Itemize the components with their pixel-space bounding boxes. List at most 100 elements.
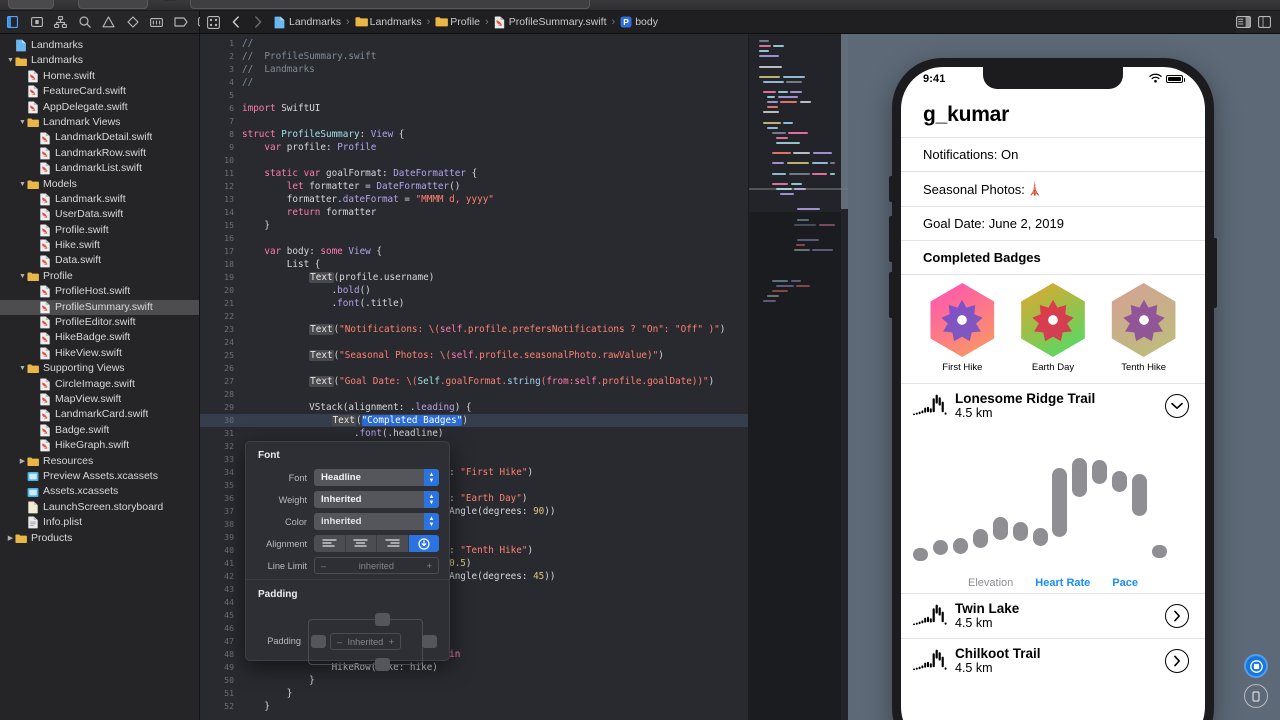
titlestrip-status-bar[interactable] (190, 0, 590, 9)
navigator-item-supporting-views[interactable]: ▼ Supporting Views (0, 361, 199, 376)
padding-handle-bottom[interactable] (375, 658, 390, 671)
code-line[interactable]: // ProfileSummary.swift (242, 50, 376, 63)
code-line[interactable]: } (242, 700, 270, 713)
code-line[interactable]: .bold() (242, 284, 371, 297)
code-line[interactable]: // Landmarks (242, 63, 315, 76)
attributes-inspector-popover[interactable]: Font Font Headline ▲ ▼ Weight Inherited ▲… (245, 441, 450, 661)
navigator-item-landmarks[interactable]: · Landmarks (0, 38, 199, 53)
hike-row[interactable]: Chilkoot Trail 4.5 km (901, 638, 1205, 683)
align-left-icon[interactable] (314, 535, 346, 552)
profile-list[interactable]: g_kumar Notifications: On Seasonal Photo… (901, 91, 1205, 720)
navigator-item-landmarklist-swift[interactable]: · LandmarkList.swift (0, 161, 199, 176)
align-center-icon[interactable] (346, 535, 378, 552)
navigator-item-home-swift[interactable]: · Home.swift (0, 69, 199, 84)
align-baseline-icon[interactable] (409, 535, 440, 552)
breadcrumb-item-file[interactable]: ProfileSummary.swift (492, 15, 609, 30)
project-navigator-icon[interactable] (5, 15, 20, 30)
navigator-item-preview-assets-xcassets[interactable]: · Preview Assets.xcassets (0, 469, 199, 484)
breakpoint-navigator-icon[interactable] (173, 15, 188, 30)
disclosure-triangle[interactable]: ▼ (18, 115, 27, 130)
graph-legend-pace[interactable]: Pace (1112, 577, 1138, 589)
code-line[interactable]: .font(.headline) (242, 427, 444, 440)
code-line[interactable]: struct ProfileSummary: View { (242, 128, 404, 141)
line-limit-value[interactable]: inherited (326, 561, 427, 571)
chevron-right-icon[interactable] (1165, 604, 1189, 628)
chevron-down-icon[interactable] (1165, 394, 1189, 418)
line-limit-stepper[interactable]: – inherited + (314, 557, 439, 574)
inspect-preview-button[interactable] (1244, 684, 1268, 708)
live-preview-button[interactable] (1244, 654, 1268, 678)
graph-legend-heart-rate[interactable]: Heart Rate (1035, 577, 1090, 589)
code-minimap[interactable] (748, 34, 848, 720)
forward-chevron-icon[interactable] (250, 15, 265, 30)
navigator-item-profilehost-swift[interactable]: ·ProfileHost.swift (0, 284, 199, 299)
issue-navigator-icon[interactable] (101, 15, 116, 30)
navigator-item-featurecard-swift[interactable]: ·FeatureCard.swift (0, 84, 199, 99)
inspector-toggle-icon[interactable] (1236, 15, 1251, 30)
symbol-navigator-icon[interactable] (53, 15, 68, 30)
navigator-item-profileeditor-swift[interactable]: · ProfileEditor.swift (0, 315, 199, 330)
hike-row[interactable]: Twin Lake 4.5 km (901, 593, 1205, 638)
source-control-icon[interactable] (29, 15, 44, 30)
code-line[interactable]: // (242, 76, 253, 89)
navigator-item-models[interactable]: ▼ Models (0, 177, 199, 192)
navigator-item-appdelegate-swift[interactable]: · AppDelegate.swift (0, 100, 199, 115)
color-select-stepper-icon[interactable]: ▲ ▼ (424, 513, 439, 530)
code-line[interactable]: Text("Notifications: \(self.profile.pref… (242, 323, 725, 336)
code-line[interactable]: Text("Goal Date: \(Self.goalFormat.strin… (242, 375, 714, 388)
hike-row-expanded[interactable]: Lonesome Ridge Trail 4.5 km (901, 383, 1205, 428)
navigator-item-landmark-swift[interactable]: ·Landmark.swift (0, 192, 199, 207)
code-line[interactable]: static var goalFormat: DateFormatter { (242, 167, 477, 180)
project-navigator[interactable]: · Landmarks ▼ Landmarks · Home.swift · FeatureC… (0, 34, 200, 720)
code-line[interactable]: let formatter = DateFormatter() (242, 180, 460, 193)
library-toggle-icon[interactable] (1257, 15, 1272, 30)
navigator-item-landmarks[interactable]: ▼ Landmarks (0, 53, 199, 68)
breadcrumb-item-folder-profile[interactable]: Profile (433, 15, 482, 30)
code-line[interactable]: var profile: Profile (242, 141, 376, 154)
graph-legend[interactable]: Elevation Heart Rate Pace (901, 577, 1205, 589)
navigator-item-profilesummary-swift[interactable]: · ProfileSummary.swift (0, 300, 199, 315)
navigator-item-landmarkdetail-swift[interactable]: · LandmarkDetail.swift (0, 130, 199, 145)
padding-value-stepper[interactable]: – Inherited + (330, 633, 401, 650)
disclosure-triangle[interactable]: ▼ (6, 53, 15, 68)
code-line[interactable]: } (242, 219, 270, 232)
padding-value[interactable]: Inherited (347, 637, 383, 647)
breadcrumb-item-project[interactable]: Landmarks (272, 15, 343, 30)
minimap-scrollbar[interactable] (841, 34, 848, 209)
debug-navigator-icon[interactable] (149, 15, 164, 30)
code-line[interactable]: return formatter (242, 206, 376, 219)
code-line[interactable]: } (242, 674, 315, 687)
navigator-item-data-swift[interactable]: · Data.swift (0, 253, 199, 268)
grid-layout-icon[interactable] (206, 15, 221, 30)
disclosure-triangle[interactable]: ▶ (18, 454, 27, 469)
code-line[interactable]: Text(profile.username) (242, 271, 434, 284)
padding-handle-top[interactable] (375, 613, 390, 626)
navigator-item-hike-swift[interactable]: ·Hike.swift (0, 238, 199, 253)
navigator-item-landmarkrow-swift[interactable]: · LandmarkRow.swift (0, 146, 199, 161)
color-select[interactable]: inherited ▲ ▼ (314, 513, 439, 530)
disclosure-triangle[interactable]: ▼ (18, 361, 27, 376)
navigator-item-info-plist[interactable]: · Info.plist (0, 515, 199, 530)
graph-legend-elevation[interactable]: Elevation (968, 577, 1013, 589)
code-line[interactable]: VStack(alignment: .leading) { (242, 401, 472, 414)
navigator-item-userdata-swift[interactable]: ·UserData.swift (0, 207, 199, 222)
preview-canvas[interactable]: 9:41 g_kumar Notifications: On Seasonal … (848, 34, 1280, 720)
navigator-item-landmarkcard-swift[interactable]: · LandmarkCard.swift (0, 407, 199, 422)
code-line[interactable]: // (242, 37, 253, 50)
navigator-item-badge-swift[interactable]: ·Badge.swift (0, 423, 199, 438)
navigator-item-profile[interactable]: ▼ Profile (0, 269, 199, 284)
align-right-icon[interactable] (377, 535, 409, 552)
code-line[interactable]: formatter.dateFormat = "MMMM d, yyyy" (242, 193, 494, 206)
preview-screen[interactable]: 9:41 g_kumar Notifications: On Seasonal … (901, 67, 1205, 720)
font-select-stepper-icon[interactable]: ▲ ▼ (424, 469, 439, 486)
breadcrumb-item-symbol[interactable]: P body (618, 15, 660, 30)
alignment-segmented-control[interactable] (314, 535, 439, 552)
font-select[interactable]: Headline ▲ ▼ (314, 469, 439, 486)
navigator-item-hikeview-swift[interactable]: ·HikeView.swift (0, 346, 199, 361)
navigator-item-profile-swift[interactable]: ·Profile.swift (0, 223, 199, 238)
find-navigator-icon[interactable] (77, 15, 92, 30)
code-line[interactable]: List { (242, 258, 320, 271)
code-line[interactable]: .font(.title) (242, 297, 404, 310)
navigator-item-hikebadge-swift[interactable]: · HikeBadge.swift (0, 330, 199, 345)
navigator-item-landmark-views[interactable]: ▼ Landmark Views (0, 115, 199, 130)
